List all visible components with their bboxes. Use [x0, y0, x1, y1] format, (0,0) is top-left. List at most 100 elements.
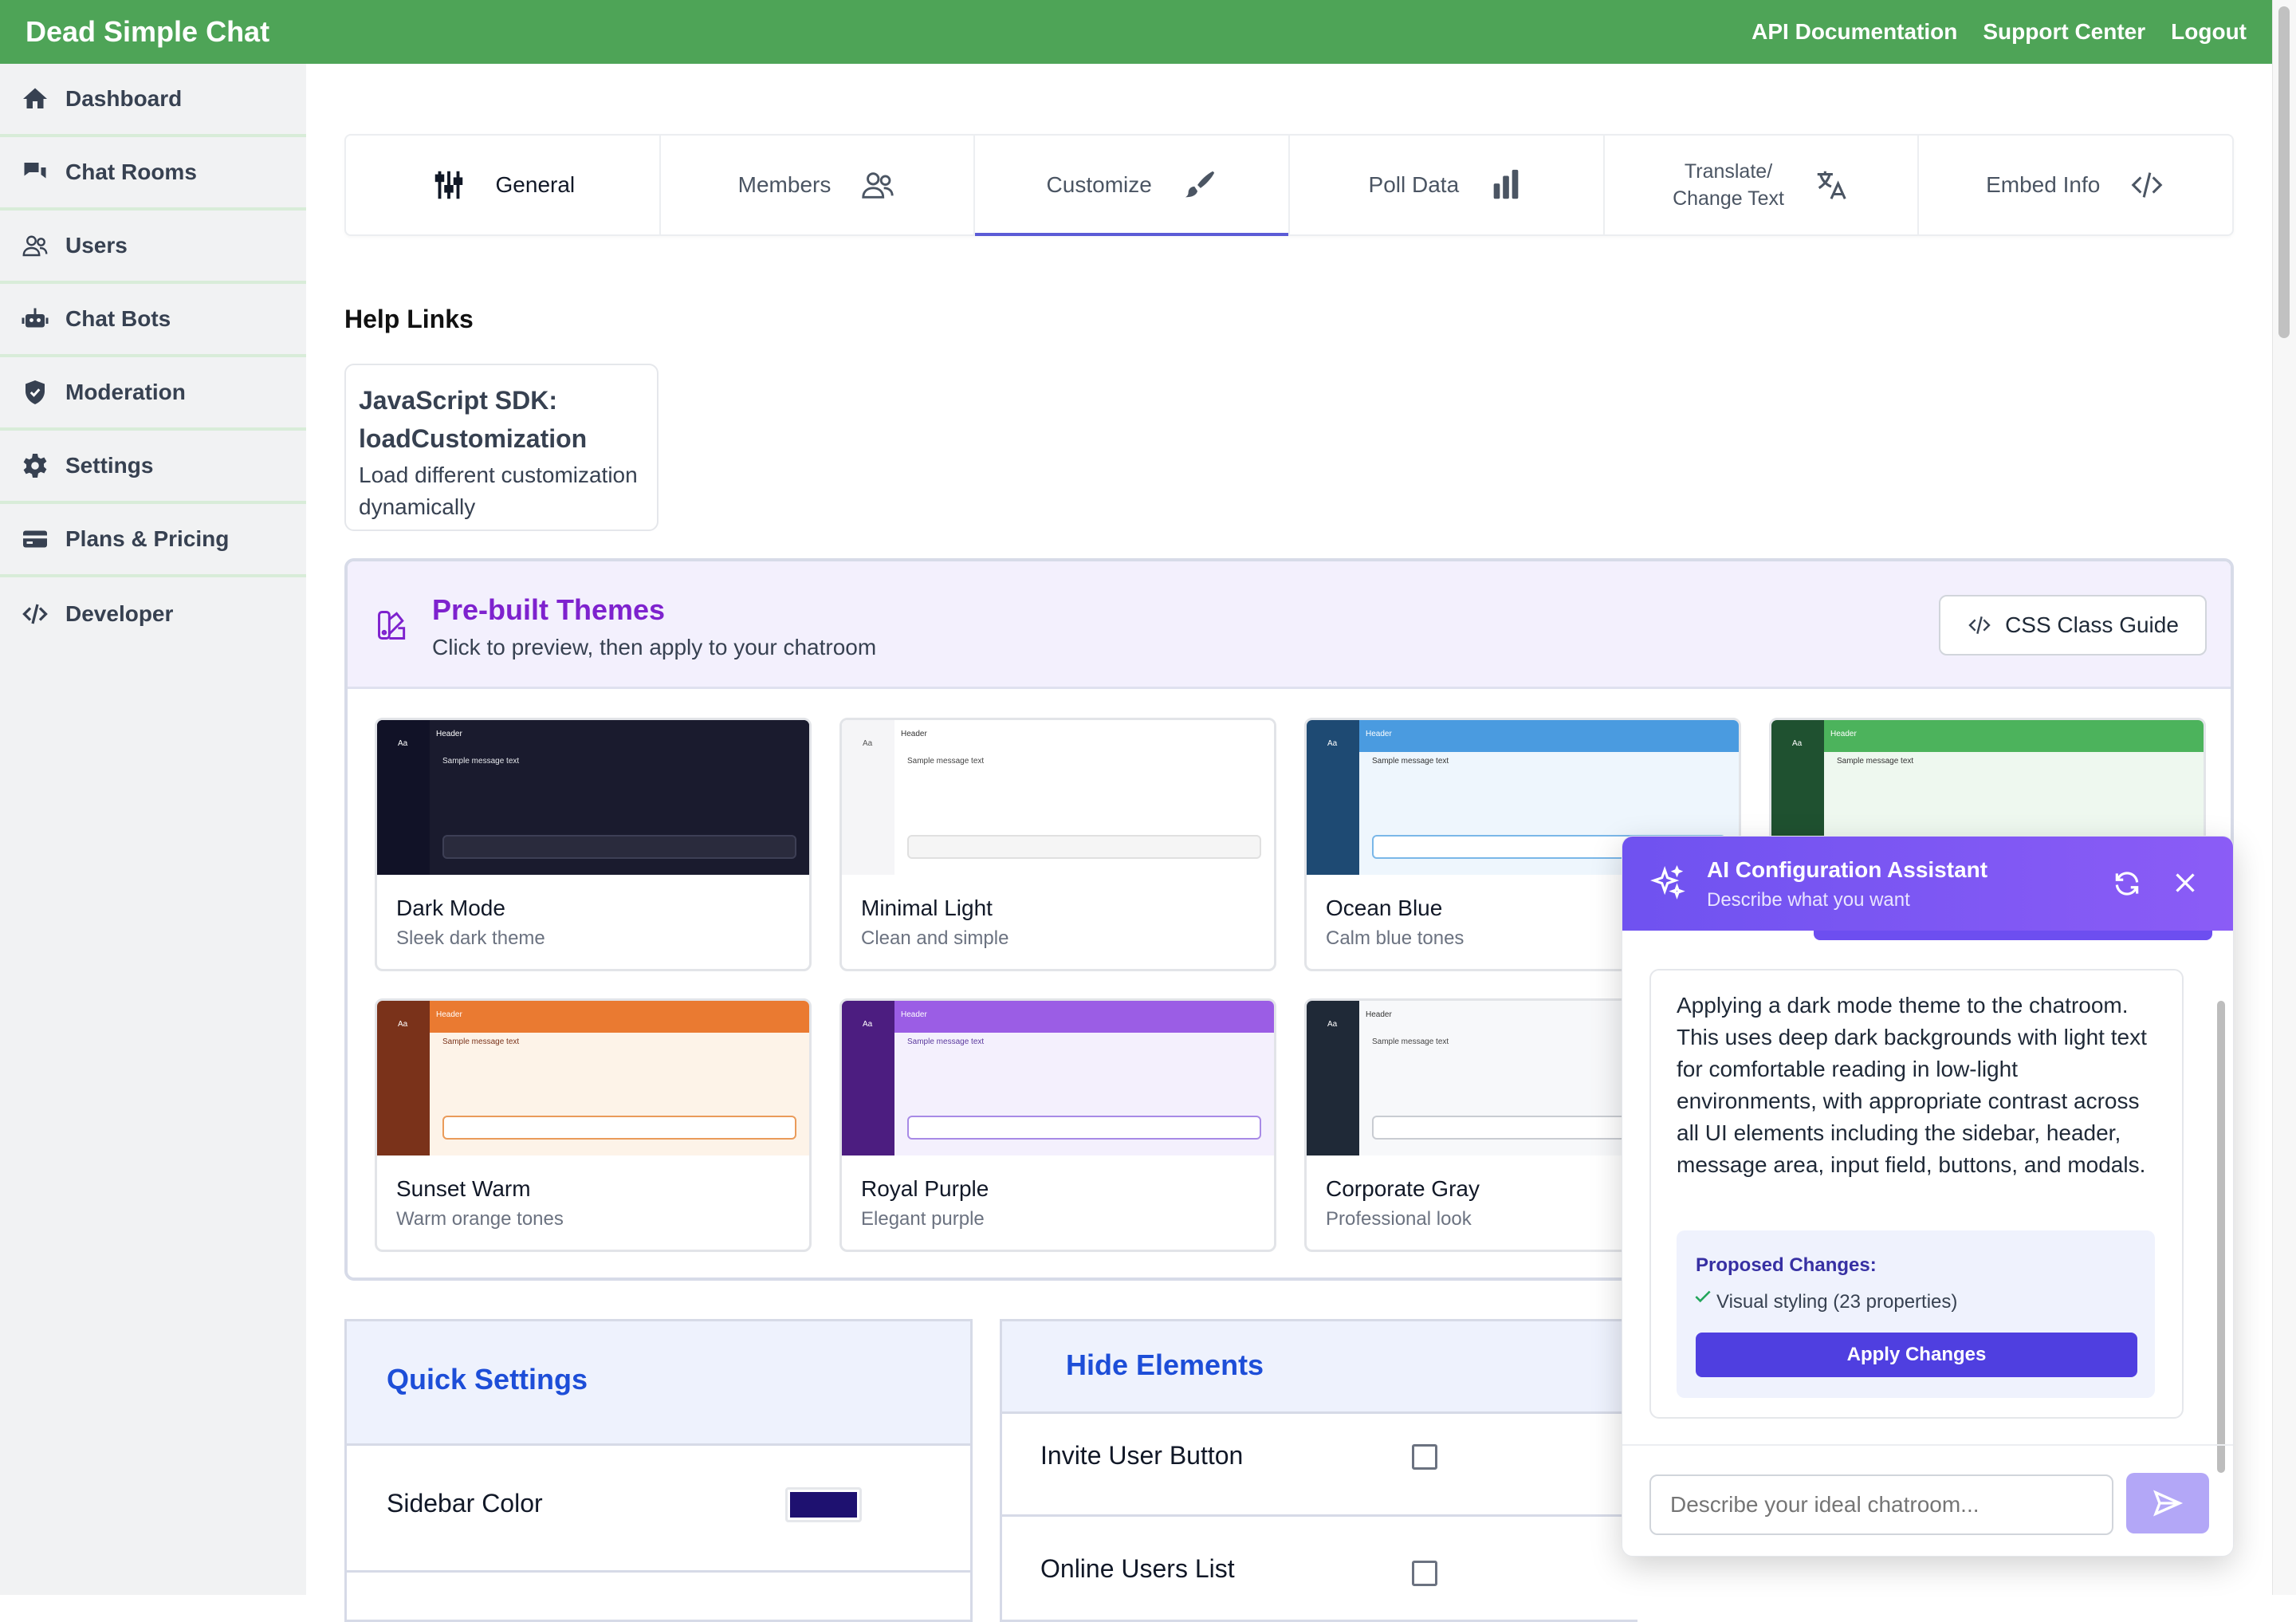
preview-message: Sample message text	[1372, 1037, 1449, 1046]
logout-link[interactable]: Logout	[2171, 19, 2247, 45]
assistant-prompt-input[interactable]	[1649, 1474, 2113, 1535]
hide-elements-header: Hide Elements	[1002, 1321, 1637, 1414]
tab-embed-info[interactable]: Embed Info	[1919, 136, 2232, 234]
invite-user-button-label: Invite User Button	[1040, 1441, 1244, 1470]
close-icon[interactable]	[2171, 868, 2200, 897]
palette-icon	[378, 611, 406, 640]
theme-card-sunset-warm[interactable]: Aa Header Sample message text Sunset War…	[375, 998, 812, 1252]
sidebar-item-chat-rooms[interactable]: Chat Rooms	[0, 137, 306, 211]
bar-chart-icon	[1493, 169, 1519, 199]
sidebar-item-label: Dashboard	[65, 86, 183, 111]
tab-customize[interactable]: Customize	[975, 136, 1291, 236]
sidebar-item-dashboard[interactable]: Dashboard	[0, 64, 306, 137]
api-documentation-link[interactable]: API Documentation	[1751, 19, 1957, 45]
proposed-changes-box: Proposed Changes: Visual styling (23 pro…	[1677, 1230, 2155, 1398]
tab-poll-data[interactable]: Poll Data	[1290, 136, 1605, 234]
sidebar-color-swatch[interactable]	[785, 1487, 862, 1522]
sidebar-color-fill	[790, 1492, 857, 1518]
online-users-list-checkbox[interactable]	[1412, 1561, 1437, 1586]
sliders-icon	[434, 171, 462, 199]
help-links-heading: Help Links	[344, 305, 474, 333]
theme-preview: Aa Header Sample message text	[842, 1001, 1274, 1155]
assistant-message: Applying a dark mode theme to the chatro…	[1649, 969, 2184, 1419]
preview-header: Header	[901, 1010, 927, 1019]
sidebar: Dashboard Chat Rooms Users Chat Bots Mod…	[0, 64, 306, 1595]
theme-name: Dark Mode	[396, 896, 505, 920]
themes-header: Pre-built Themes Click to preview, then …	[348, 561, 2231, 689]
previous-message-edge	[1814, 931, 2212, 940]
send-button[interactable]	[2126, 1473, 2209, 1533]
theme-desc: Calm blue tones	[1326, 927, 1464, 949]
preview-aa: Aa	[1327, 739, 1338, 748]
apply-changes-button[interactable]: Apply Changes	[1696, 1333, 2137, 1377]
theme-desc: Warm orange tones	[396, 1208, 564, 1230]
chat-bubbles-icon	[24, 163, 46, 179]
sidebar-item-label: Moderation	[65, 380, 186, 404]
app-title[interactable]: Dead Simple Chat	[26, 15, 269, 49]
preview-message: Sample message text	[442, 1037, 520, 1046]
theme-desc: Professional look	[1326, 1208, 1472, 1230]
quick-settings-header: Quick Settings	[347, 1321, 970, 1446]
robot-icon	[22, 308, 49, 328]
sidebar-item-users[interactable]: Users	[0, 211, 306, 284]
sidebar-item-plans-pricing[interactable]: Plans & Pricing	[0, 504, 306, 577]
preview-header: Header	[1830, 730, 1857, 738]
preview-message: Sample message text	[442, 757, 520, 766]
css-guide-label: CSS Class Guide	[2005, 612, 2179, 637]
sidebar-color-label: Sidebar Color	[387, 1489, 543, 1518]
tab-label: Customize	[1046, 172, 1152, 197]
tab-label: Embed Info	[1986, 172, 2101, 197]
preview-aa: Aa	[398, 739, 408, 748]
tab-members[interactable]: Members	[661, 136, 976, 234]
tab-label: Translate/ Change Text	[1673, 158, 1784, 212]
divider	[347, 1570, 970, 1573]
shield-icon	[26, 380, 45, 404]
preview-aa: Aa	[863, 739, 873, 748]
sidebar-item-label: Plans & Pricing	[65, 526, 230, 551]
top-navbar: Dead Simple Chat API Documentation Suppo…	[0, 0, 2272, 64]
online-users-list-label: Online Users List	[1040, 1554, 1235, 1583]
credit-card-icon	[23, 530, 47, 548]
sidebar-item-chat-bots[interactable]: Chat Bots	[0, 284, 306, 357]
assistant-scrollbar[interactable]	[2217, 1001, 2225, 1473]
theme-desc: Elegant purple	[861, 1208, 985, 1230]
tab-label: Members	[737, 172, 832, 197]
theme-card-royal-purple[interactable]: Aa Header Sample message text Royal Purp…	[839, 998, 1276, 1252]
translate-icon	[1817, 171, 1846, 199]
assistant-message-text: Applying a dark mode theme to the chatro…	[1677, 993, 2147, 1177]
refresh-icon[interactable]	[2112, 868, 2142, 899]
sidebar-item-label: Chat Bots	[65, 306, 171, 331]
theme-preview: Aa Header Sample message text	[842, 720, 1274, 875]
theme-card-minimal-light[interactable]: Aa Header Sample message text Minimal Li…	[839, 718, 1276, 971]
quick-settings-panel: Quick Settings Sidebar Color	[344, 1319, 973, 1622]
sidebar-item-settings[interactable]: Settings	[0, 431, 306, 504]
theme-name: Sunset Warm	[396, 1176, 531, 1201]
help-link-card[interactable]: JavaScript SDK: loadCustomization Load d…	[344, 364, 659, 531]
page-scrollbar-thumb[interactable]	[2278, 6, 2290, 338]
themes-title: Pre-built Themes	[432, 593, 666, 626]
paintbrush-icon	[1185, 171, 1214, 198]
help-card-desc: Load different customization dynamically	[359, 463, 638, 519]
invite-user-button-checkbox[interactable]	[1412, 1444, 1437, 1470]
theme-name: Minimal Light	[861, 896, 993, 920]
support-center-link[interactable]: Support Center	[1983, 19, 2145, 45]
theme-preview: Aa Header Sample message text	[377, 1001, 809, 1155]
settings-tabs: General Members Customize Poll Data Tran…	[344, 134, 2234, 236]
css-class-guide-button[interactable]: CSS Class Guide	[1939, 595, 2207, 655]
theme-name: Royal Purple	[861, 1176, 989, 1201]
tab-translate[interactable]: Translate/ Change Text	[1605, 136, 1920, 234]
send-icon	[2153, 1490, 2184, 1517]
proposed-changes-title: Proposed Changes:	[1696, 1254, 1877, 1276]
gear-icon	[23, 454, 47, 478]
divider	[1002, 1514, 1637, 1517]
tab-general[interactable]: General	[346, 136, 661, 234]
preview-message: Sample message text	[907, 757, 985, 766]
hide-elements-panel: Hide Elements Invite User Button Online …	[1000, 1319, 1637, 1622]
preview-message: Sample message text	[907, 1037, 985, 1046]
preview-aa: Aa	[1327, 1020, 1338, 1029]
sidebar-item-moderation[interactable]: Moderation	[0, 357, 306, 431]
theme-card-dark-mode[interactable]: Aa Header Sample message text Dark Mode …	[375, 718, 812, 971]
sparkles-icon	[1650, 865, 1685, 900]
home-icon	[23, 88, 47, 108]
sidebar-item-developer[interactable]: Developer	[0, 577, 306, 651]
